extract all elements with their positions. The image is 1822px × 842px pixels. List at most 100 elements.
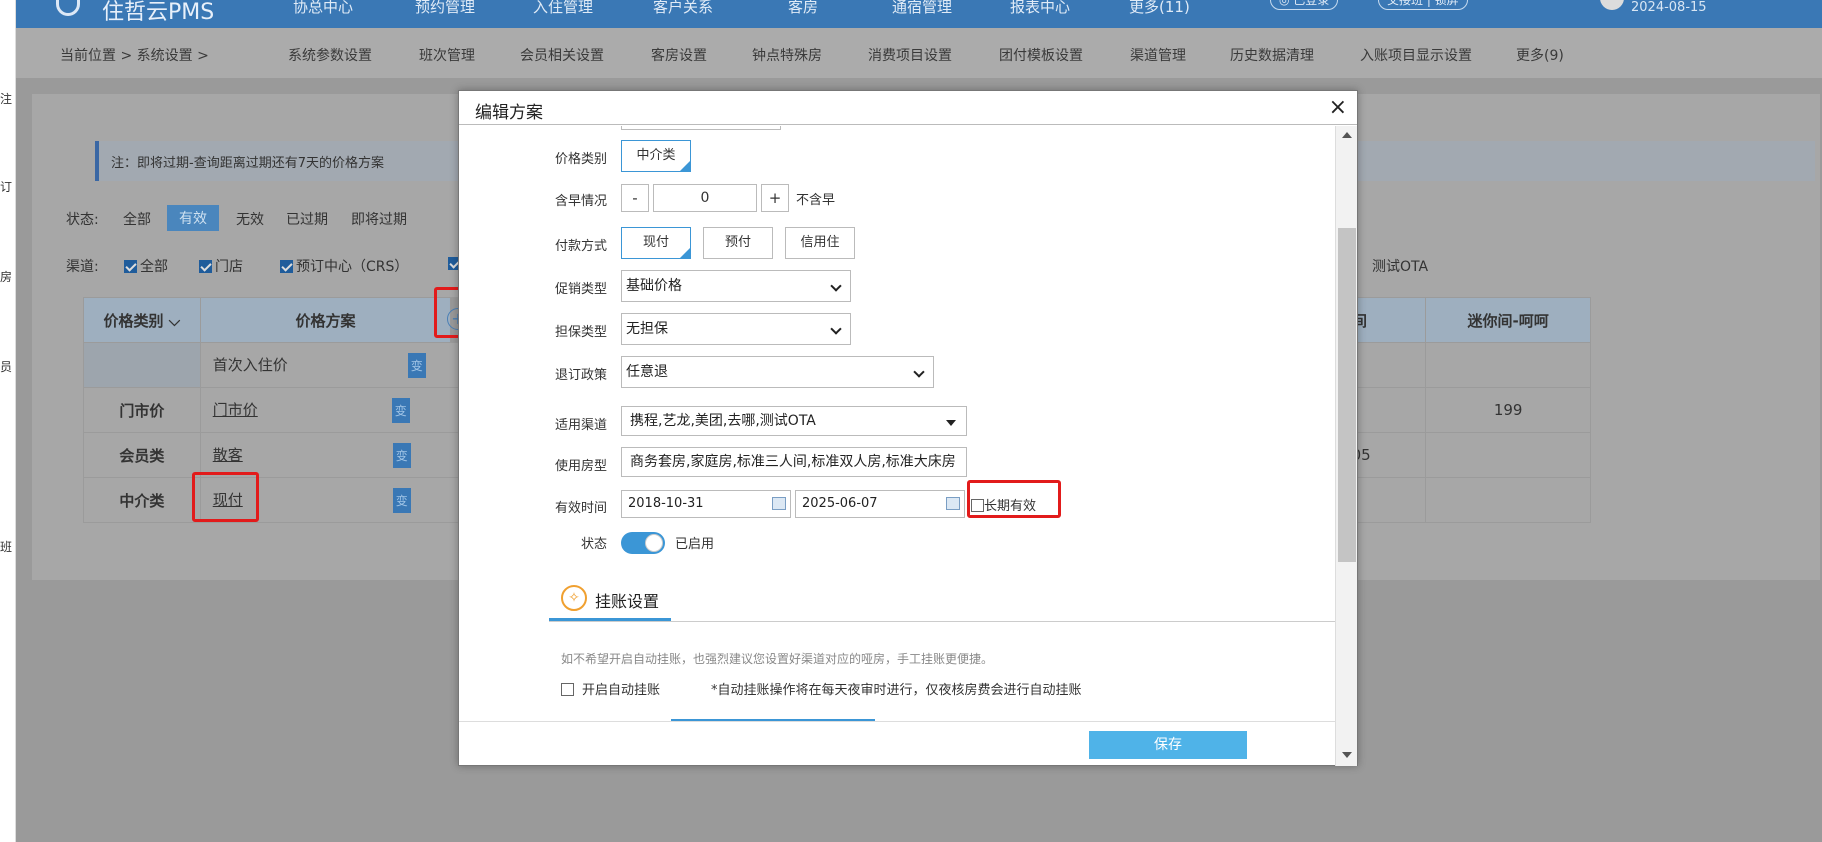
- notice-text: 注：即将过期-查询距离过期还有7天的价格方案: [111, 156, 384, 171]
- avatar[interactable]: [1600, 0, 1624, 10]
- payment-option-credit[interactable]: 信用住: [785, 227, 855, 259]
- tab-member[interactable]: 会员相关设置: [520, 45, 604, 65]
- status-filter-expired[interactable]: 已过期: [286, 209, 328, 229]
- nav-item[interactable]: 报表中心: [1010, 0, 1070, 17]
- nav-item[interactable]: 预约管理: [415, 0, 475, 17]
- chevron-down-icon: [830, 323, 842, 335]
- change-button[interactable]: 变: [392, 442, 411, 468]
- dialog-body: 价格类别 中介类 含早情况 - 0 + 不含早 付款方式 现付 预付 信用住 促…: [471, 126, 1335, 721]
- breakfast-plus-button[interactable]: +: [761, 184, 789, 212]
- change-button[interactable]: 变: [391, 397, 410, 423]
- tab-room[interactable]: 客房设置: [651, 45, 707, 65]
- nav-item[interactable]: 客户关系: [653, 0, 713, 17]
- channel-select[interactable]: 携程,艺龙,美团,去哪,测试OTA: [621, 406, 967, 436]
- breakfast-minus-button[interactable]: -: [621, 184, 649, 212]
- check-icon: [280, 260, 293, 273]
- scroll-up-icon[interactable]: [1342, 132, 1352, 138]
- status-filter-valid[interactable]: 有效: [167, 205, 219, 231]
- footer-divider: [459, 721, 1335, 722]
- price-cell: [1425, 432, 1591, 478]
- valid-start-value: 2018-10-31: [628, 496, 704, 511]
- channel-label: 渠道:: [66, 259, 99, 275]
- breakfast-input[interactable]: 0: [653, 184, 757, 212]
- chevron-down-icon: [830, 280, 842, 292]
- breadcrumb-bar: 当前位置 > 系统设置 > 系统参数设置 班次管理 会员相关设置 客房设置 钟点…: [16, 28, 1822, 78]
- breakfast-label: 含早情况: [554, 194, 607, 209]
- payment-option-cash[interactable]: 现付: [621, 227, 691, 259]
- price-type-option[interactable]: 中介类: [621, 140, 691, 172]
- tab-more[interactable]: 更多(9): [1516, 45, 1564, 65]
- channel-checkbox-all[interactable]: 全部: [124, 256, 168, 276]
- section-hint: 如不希望开启自动挂账，也强烈建议您设置好渠道对应的哑房，手工挂账更便捷。: [561, 652, 994, 666]
- status-label: 状态:: [66, 212, 99, 228]
- nav-item[interactable]: 客房: [788, 0, 818, 17]
- price-cell: [1425, 342, 1591, 388]
- nav-item[interactable]: 更多(11): [1129, 0, 1190, 17]
- tab-group[interactable]: 团付模板设置: [999, 45, 1083, 65]
- tab-system-params[interactable]: 系统参数设置: [288, 45, 372, 65]
- tab-history[interactable]: 历史数据清理: [1230, 45, 1314, 65]
- tab-channel[interactable]: 渠道管理: [1130, 45, 1186, 65]
- logo-icon: [56, 0, 80, 16]
- toggle-knob: [645, 534, 663, 552]
- left-strip-text: 订: [0, 180, 13, 194]
- plan-cell: 首次入住价变: [199, 342, 451, 388]
- change-button[interactable]: 变: [392, 487, 411, 513]
- valid-start-input[interactable]: 2018-10-31: [621, 490, 791, 518]
- channel-value: 携程,艺龙,美团,去哪,测试OTA: [630, 413, 816, 429]
- save-button[interactable]: 保存: [1089, 731, 1247, 759]
- caret-down-icon: [946, 420, 956, 426]
- tab-hourly[interactable]: 钟点特殊房: [752, 45, 822, 65]
- breakfast-text: 不含早: [796, 193, 836, 208]
- plan-cell: 门市价 变: [199, 387, 451, 433]
- status-filter-all[interactable]: 全部: [123, 209, 151, 229]
- channel-option-ota[interactable]: 测试OTA: [1372, 256, 1428, 276]
- close-icon[interactable]: ×: [1329, 95, 1347, 120]
- plan-link[interactable]: 散客: [213, 446, 243, 464]
- guarantee-select[interactable]: 无担保: [621, 313, 851, 345]
- nav-item[interactable]: 协总中心: [293, 0, 353, 17]
- nav-item[interactable]: 通宿管理: [892, 0, 952, 17]
- calendar-icon[interactable]: [772, 497, 786, 510]
- status-pill[interactable]: ◎ 已登录: [1270, 0, 1339, 10]
- checkbox-icon: [561, 683, 574, 696]
- valid-end-value: 2025-06-07: [802, 496, 878, 511]
- scroll-down-icon[interactable]: [1342, 752, 1352, 758]
- column-header[interactable]: 价格类别 ⌵: [83, 297, 201, 343]
- scroll-thumb[interactable]: [1338, 228, 1356, 562]
- tab-consume[interactable]: 消费项目设置: [868, 45, 952, 65]
- change-button[interactable]: 变: [407, 352, 426, 378]
- plan-cell: 散客 变: [199, 432, 451, 478]
- plan-link[interactable]: 门市价: [213, 401, 258, 419]
- promo-select[interactable]: 基础价格: [621, 270, 851, 302]
- shift-pill[interactable]: 交接班 | 锁屏: [1378, 0, 1468, 10]
- calendar-icon[interactable]: [946, 497, 960, 510]
- left-strip-text: 员: [0, 360, 13, 374]
- status-toggle[interactable]: [621, 532, 665, 554]
- status-filter-invalid[interactable]: 无效: [236, 209, 264, 229]
- roomtype-select[interactable]: 商务套房,家庭房,标准三人间,标准双人房,标准大床房: [621, 447, 967, 477]
- highlight-box: [967, 480, 1061, 518]
- divider: [549, 621, 1335, 622]
- nav-item[interactable]: 入住管理: [533, 0, 593, 17]
- scrollbar[interactable]: [1335, 126, 1357, 766]
- status-filter-expiring[interactable]: 即将过期: [351, 209, 407, 229]
- category-cell: 门市价: [83, 387, 201, 433]
- refund-select[interactable]: 任意退: [621, 356, 934, 388]
- payment-option-prepaid[interactable]: 预付: [703, 227, 773, 259]
- valid-end-input[interactable]: 2025-06-07: [795, 490, 965, 518]
- channel-checkbox-crs[interactable]: 预订中心（CRS）: [280, 256, 408, 276]
- auto-posting-checkbox[interactable]: 开启自动挂账: [561, 679, 660, 698]
- left-strip-text: 班: [0, 540, 13, 554]
- channel-checkbox-store[interactable]: 门店: [199, 256, 243, 276]
- promo-label: 促销类型: [554, 282, 607, 297]
- channel-field-label: 适用渠道: [554, 418, 607, 433]
- tab-shift[interactable]: 班次管理: [419, 45, 475, 65]
- channel-option: 全部: [140, 259, 168, 275]
- left-strip-text: 房: [0, 270, 13, 284]
- guarantee-value: 无担保: [626, 321, 668, 337]
- status-text: 已启用: [675, 537, 715, 552]
- section-title: 挂账设置: [595, 592, 660, 611]
- tab-posting[interactable]: 入账项目显示设置: [1360, 45, 1472, 65]
- price-cell: [1425, 477, 1591, 523]
